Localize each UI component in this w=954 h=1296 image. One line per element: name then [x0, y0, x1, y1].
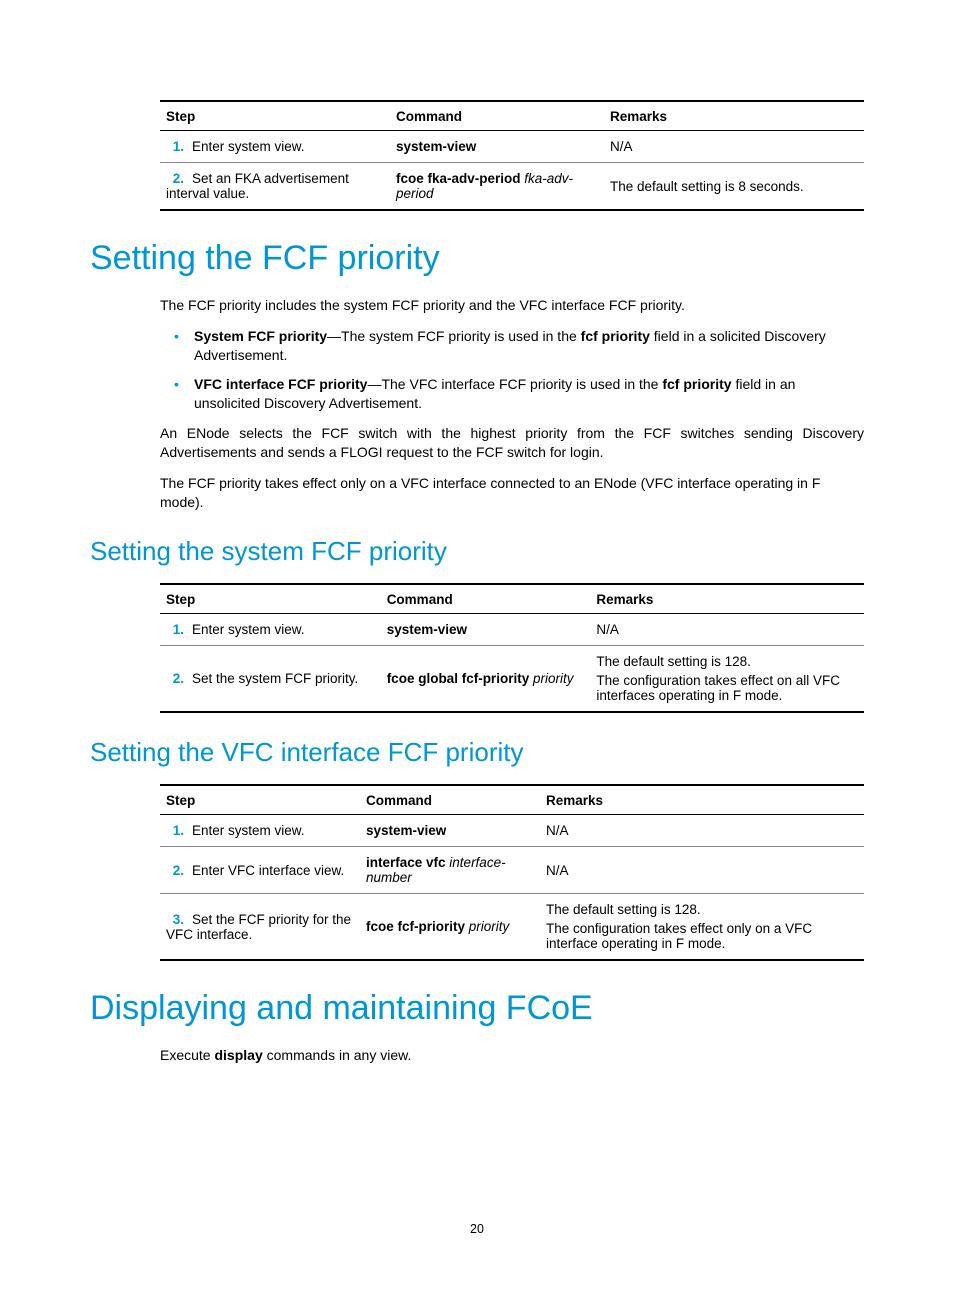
bullet-term: System FCF priority: [194, 328, 327, 344]
command-bold: system-view: [366, 823, 446, 838]
th-step: Step: [160, 584, 381, 614]
step-number: 2.: [166, 863, 184, 878]
command-italic: priority: [465, 919, 509, 934]
th-step: Step: [160, 101, 390, 131]
para-text: Execute: [160, 1047, 214, 1063]
step-text: Enter VFC interface view.: [192, 863, 344, 878]
table-row: 1. Enter system view. system-view N/A: [160, 815, 864, 847]
step-number: 3.: [166, 912, 184, 927]
page-number: 20: [0, 1222, 954, 1236]
th-command: Command: [360, 785, 540, 815]
step-number: 1.: [166, 823, 184, 838]
paragraph: An ENode selects the FCF switch with the…: [160, 424, 864, 462]
command-bold: fcoe fcf-priority: [366, 919, 465, 934]
heading-vfc-fcf: Setting the VFC interface FCF priority: [90, 737, 864, 768]
remarks-text: N/A: [540, 847, 864, 894]
command-bold: interface vfc: [366, 855, 446, 870]
bullet-list: System FCF priority—The system FCF prior…: [160, 327, 864, 413]
step-number: 2.: [166, 671, 184, 686]
bullet-text: —The VFC interface FCF priority is used …: [367, 376, 662, 392]
paragraph: The FCF priority includes the system FCF…: [160, 296, 864, 315]
th-step: Step: [160, 785, 360, 815]
bullet-term: VFC interface FCF priority: [194, 376, 367, 392]
para-text: commands in any view.: [263, 1047, 412, 1063]
heading-displaying-fcoe: Displaying and maintaining FCoE: [90, 989, 864, 1028]
command-bold: fcoe fka-adv-period: [396, 171, 521, 186]
step-text: Enter system view.: [192, 139, 305, 154]
th-remarks: Remarks: [604, 101, 864, 131]
step-text: Enter system view.: [192, 622, 305, 637]
bullet-field: fcf priority: [662, 376, 731, 392]
remarks-text: The default setting is 128.: [546, 902, 858, 917]
step-number: 1.: [166, 622, 184, 637]
bullet-text: —The system FCF priority is used in the: [327, 328, 581, 344]
remarks-text: N/A: [604, 131, 864, 163]
table-row: 2.Set an FKA advertisement interval valu…: [160, 163, 864, 211]
remarks-text: The configuration takes effect only on a…: [546, 921, 858, 951]
command-italic: priority: [529, 671, 573, 686]
step-text: Set the system FCF priority.: [192, 671, 358, 686]
steps-table-system-fcf: Step Command Remarks 1. Enter system view…: [160, 583, 864, 713]
bullet-field: fcf priority: [581, 328, 650, 344]
remarks-text: N/A: [590, 614, 864, 646]
list-item: System FCF priority—The system FCF prior…: [160, 327, 864, 365]
command-bold: system-view: [387, 622, 467, 637]
th-command: Command: [381, 584, 591, 614]
steps-table-fka: Step Command Remarks 1. Enter system view…: [160, 100, 864, 211]
command-bold: fcoe global fcf-priority: [387, 671, 530, 686]
document-page: Step Command Remarks 1. Enter system view…: [0, 0, 954, 1296]
step-text: Set an FKA advertisement interval value.: [166, 171, 349, 201]
th-remarks: Remarks: [590, 584, 864, 614]
heading-fcf-priority: Setting the FCF priority: [90, 239, 864, 278]
remarks-text: The default setting is 8 seconds.: [604, 163, 864, 211]
step-text: Set the FCF priority for the VFC interfa…: [166, 912, 351, 942]
steps-table-vfc-fcf: Step Command Remarks 1. Enter system view…: [160, 784, 864, 961]
step-number: 2.: [166, 171, 184, 186]
table-row: 3.Set the FCF priority for the VFC inter…: [160, 894, 864, 961]
remarks-text: The configuration takes effect on all VF…: [596, 673, 858, 703]
remarks-text: N/A: [540, 815, 864, 847]
command-bold: system-view: [396, 139, 476, 154]
list-item: VFC interface FCF priority—The VFC inter…: [160, 375, 864, 413]
table-row: 2. Enter VFC interface view. interface vf…: [160, 847, 864, 894]
paragraph: The FCF priority takes effect only on a …: [160, 474, 864, 512]
step-number: 1.: [166, 139, 184, 154]
remarks-text: The default setting is 128.: [596, 654, 858, 669]
table-row: 1. Enter system view. system-view N/A: [160, 614, 864, 646]
th-command: Command: [390, 101, 604, 131]
heading-system-fcf: Setting the system FCF priority: [90, 536, 864, 567]
step-text: Enter system view.: [192, 823, 305, 838]
table-row: 2. Set the system FCF priority. fcoe glob…: [160, 646, 864, 713]
para-bold: display: [214, 1047, 262, 1063]
th-remarks: Remarks: [540, 785, 864, 815]
paragraph: Execute display commands in any view.: [160, 1046, 864, 1065]
table-row: 1. Enter system view. system-view N/A: [160, 131, 864, 163]
